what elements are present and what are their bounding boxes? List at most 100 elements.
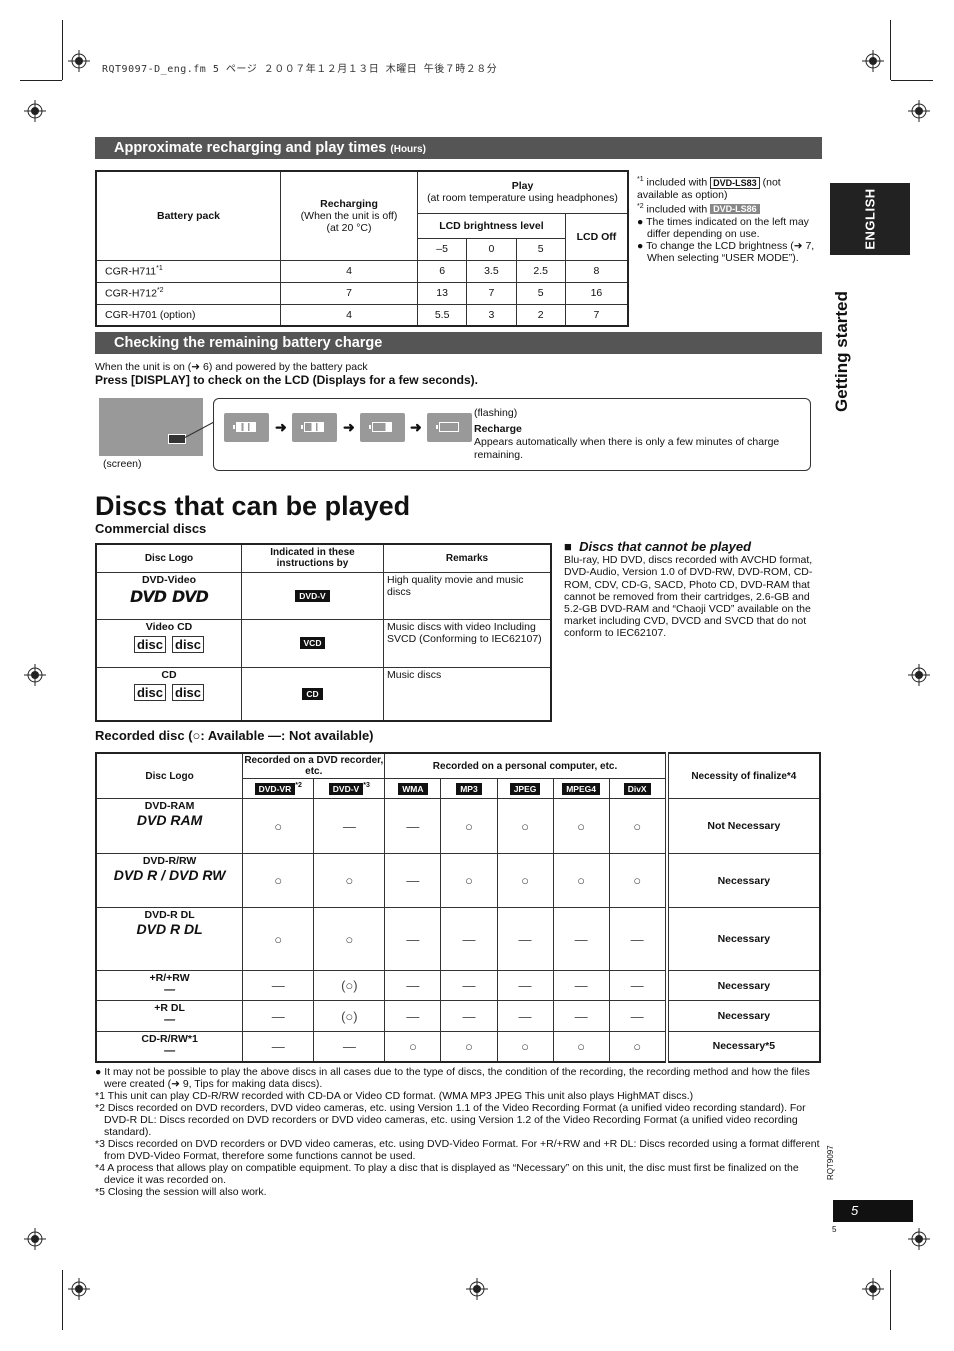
availability-cell: ○ (496, 798, 554, 854)
availability-cell: — (552, 1000, 610, 1032)
battery-level-callout: ➜ ➜ ➜ (flashing) Recharge Appears automa… (213, 398, 811, 471)
battery-full-icon (224, 413, 269, 442)
availability-cell: ○ (608, 1031, 668, 1062)
page-title: Discs that can be played (95, 491, 411, 521)
availability-cell: — (608, 1000, 668, 1032)
disc-logo-icon: DVD R DL (136, 921, 203, 937)
section-title: Approximate recharging and play times (114, 140, 387, 156)
format-header: MPEG4 (552, 778, 610, 799)
availability-cell: ○ (496, 853, 554, 908)
header-battery-pack: Battery pack (95, 170, 281, 261)
header-level: 0 (466, 237, 517, 261)
availability-cell: ○ (552, 1031, 610, 1062)
header-indicated: Indicated in these instructions by (241, 543, 384, 573)
table-row: +R DL — — (○) — — — — — Necessary (95, 1000, 821, 1032)
format-badge: DVD-VR (254, 782, 296, 795)
format-header: DivX (608, 778, 668, 799)
availability-cell: — (313, 798, 386, 854)
language-label: ENGLISH (862, 188, 878, 250)
availability-cell: ○ (313, 907, 386, 971)
availability-cell: ○ (496, 1031, 554, 1062)
table-row: +R/+RW — — (○) — — — — — Necessary (95, 970, 821, 1001)
compact-disc-logo-icon: disc (172, 635, 205, 653)
crop-mark (891, 80, 933, 81)
availability-cell: — (384, 853, 442, 908)
arrow-icon: ➜ (410, 419, 422, 435)
format-header: JPEG (496, 778, 554, 799)
section-header-recharge-times: Approximate recharging and play times (H… (95, 137, 822, 159)
compact-disc-logo-icon: disc (172, 683, 205, 701)
format-header: DVD-V *3 (313, 778, 386, 799)
finalize-cell: Necessary (664, 853, 821, 908)
availability-cell: ○ (440, 853, 498, 908)
availability-cell: — (242, 1031, 315, 1062)
disc-cell: +R DL — (95, 1000, 244, 1032)
table-row: DVD-RAM DVD RAM ○ — — ○ ○ ○ ○ Not Necessary (95, 798, 821, 854)
disc-logo-icon: DVD R / DVD RW (113, 867, 226, 883)
compact-disc-logo-icon: disc (133, 683, 166, 701)
availability-cell: ○ (242, 907, 315, 971)
format-badge: VCD (299, 637, 326, 649)
print-header: RQT9097-D_eng.fm 5 ページ ２００７年１２月１３日 木曜日 午… (102, 64, 498, 75)
format-badge: MPEG4 (562, 782, 600, 795)
model-badge: DVD-LS83 (710, 176, 760, 189)
finalize-cell: Necessary (664, 970, 821, 1001)
availability-cell: ○ (608, 798, 668, 854)
disc-cell: DVD-RAM DVD RAM (95, 798, 244, 854)
registration-mark-icon (68, 1278, 90, 1300)
table-row: DVD-Video DVD DVD DVD-V High quality movie… (95, 571, 552, 620)
disc-logo-icon: — (164, 1014, 176, 1026)
registration-mark-icon (466, 1278, 488, 1300)
intro-text: When the unit is on (➜ 6) and powered by… (95, 361, 368, 373)
recharge-notes: *1 included with DVD-LS83 (not available… (637, 174, 817, 264)
commercial-discs-heading: Commercial discs (95, 521, 207, 536)
dvd-video-logo-icon: DVD (172, 586, 209, 606)
availability-cell: — (242, 1000, 315, 1032)
availability-cell: — (552, 970, 610, 1001)
chapter-tab: Getting started (822, 262, 862, 422)
availability-cell: — (496, 907, 554, 971)
square-bullet-icon: ■ (564, 539, 572, 554)
disc-logo-icon: DVD RAM (136, 812, 203, 828)
page-number: 5 (833, 1200, 913, 1222)
footnote: *5 Closing the session will also work. (95, 1186, 267, 1198)
footnote: *2 Discs recorded on DVD recorders, DVD … (95, 1102, 806, 1138)
table-row: CGR-H712*2 7 13 7 5 16 (95, 281, 629, 305)
crop-mark (890, 20, 891, 80)
disc-logo-icon: — (164, 984, 176, 996)
instruction-text: Press [DISPLAY] to check on the LCD (Dis… (95, 373, 478, 387)
model-badge: DVD-LS86 (710, 204, 760, 215)
header-lcd-off: LCD Off (564, 212, 629, 261)
footnote: *4 A process that allows play on compati… (95, 1162, 799, 1186)
recorded-discs-table: Disc Logo Recorded on a DVD recorder, et… (95, 752, 821, 1063)
table-row: CGR-H711*1 4 6 3.5 2.5 8 (95, 259, 629, 283)
registration-mark-icon (908, 664, 930, 686)
dvd-video-logo-icon: DVD (130, 586, 167, 606)
crop-mark (890, 1270, 891, 1330)
availability-cell: — (552, 907, 610, 971)
header-dvd-recorder: Recorded on a DVD recorder, etc. (242, 752, 386, 779)
arrow-icon: ➜ (275, 419, 287, 435)
format-badge: JPEG (509, 782, 541, 795)
registration-mark-icon (24, 1228, 46, 1250)
compact-disc-logo-icon: disc (133, 635, 166, 653)
registration-mark-icon (908, 100, 930, 122)
availability-cell: — (384, 907, 442, 971)
availability-cell: — (440, 907, 498, 971)
disc-cell: +R/+RW — (95, 970, 244, 1001)
crop-mark (62, 20, 63, 80)
header-recharging: Recharging (When the unit is off) (at 20 °… (280, 170, 418, 261)
disc-cell: DVD-R DL DVD R DL (95, 907, 244, 971)
registration-mark-icon (862, 1278, 884, 1300)
recorded-discs-heading: Recorded disc (○: Available —: Not avail… (95, 728, 374, 743)
format-badge: DVD-V (295, 589, 330, 602)
availability-cell: ○ (313, 853, 386, 908)
header-disc-logo: Disc Logo (95, 543, 242, 573)
header-play: Play (at room temperature using headphone… (417, 170, 629, 214)
format-badge: WMA (398, 782, 428, 795)
format-badge: CD (302, 687, 323, 700)
availability-cell: — (496, 970, 554, 1001)
battery-empty-flashing-icon (427, 413, 472, 442)
battery-two-thirds-icon (292, 413, 337, 442)
availability-cell: — (313, 1031, 386, 1062)
